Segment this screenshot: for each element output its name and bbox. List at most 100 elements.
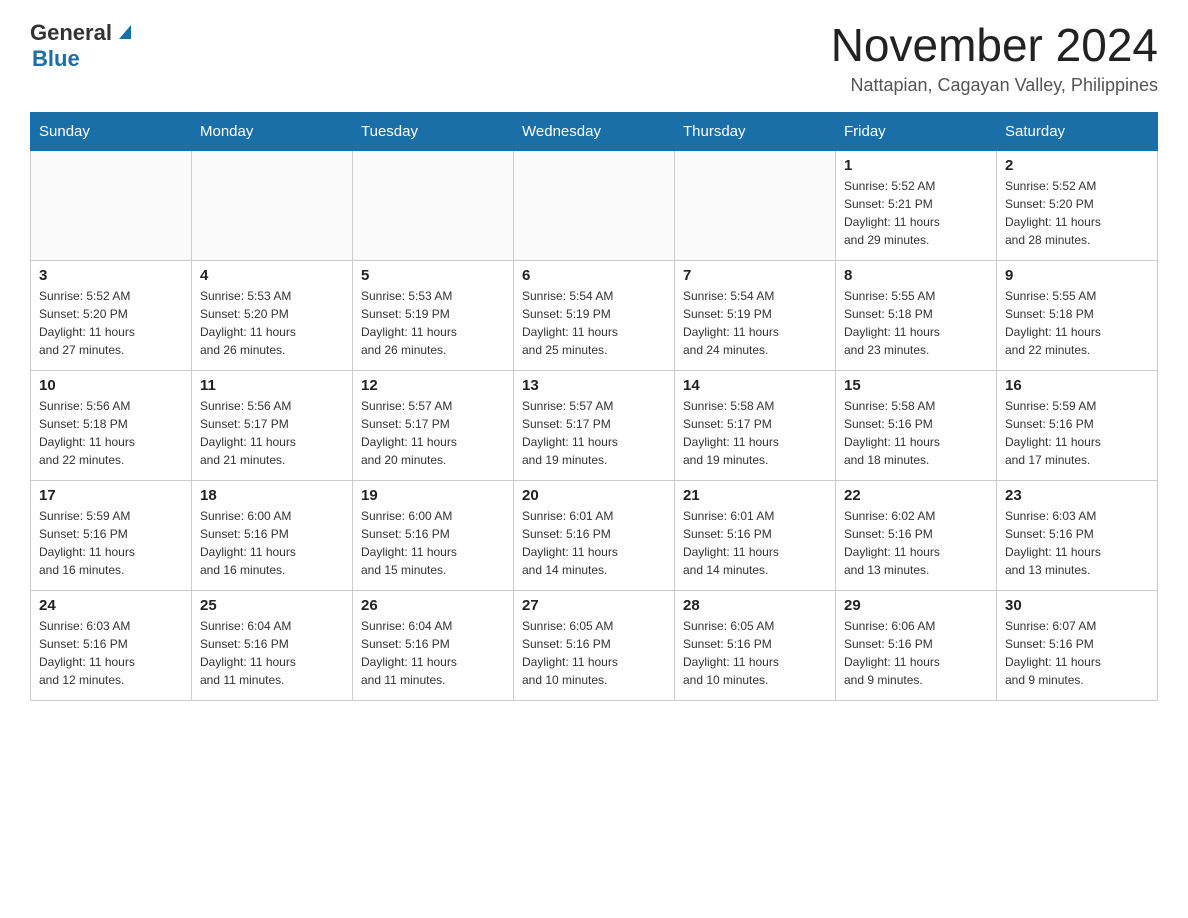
day-number: 2 — [1005, 157, 1149, 174]
day-info: Sunrise: 6:00 AMSunset: 5:16 PMDaylight:… — [361, 507, 505, 579]
day-cell: 27Sunrise: 6:05 AMSunset: 5:16 PMDayligh… — [514, 590, 675, 700]
logo-triangle-icon — [115, 21, 135, 41]
day-cell: 26 Sunrise: 6:04 AMSunset: 5:16 PMDayligh… — [353, 590, 514, 700]
day-number: 13 — [522, 377, 666, 394]
day-info: Sunrise: 6:03 AMSunset: 5:16 PMDaylight:… — [1005, 507, 1149, 579]
logo: General Blue — [30, 20, 135, 72]
day-cell: 22 Sunrise: 6:02 AMSunset: 5:16 PMDayligh… — [836, 480, 997, 590]
day-info: Sunrise: 6:05 AMSunset: 5:16 PMDaylight:… — [522, 617, 666, 689]
week-row-4: 17 Sunrise: 5:59 AMSunset: 5:16 PMDayligh… — [31, 480, 1158, 590]
day-cell: 25 Sunrise: 6:04 AMSunset: 5:16 PMDayligh… — [192, 590, 353, 700]
day-cell: 20 Sunrise: 6:01 AMSunset: 5:16 PMDayligh… — [514, 480, 675, 590]
day-cell: 16 Sunrise: 5:59 AMSunset: 5:16 PMDayligh… — [997, 370, 1158, 480]
day-cell: 7Sunrise: 5:54 AMSunset: 5:19 PMDaylight… — [675, 260, 836, 370]
page-title: November 2024 — [831, 20, 1158, 71]
subtitle: Nattapian, Cagayan Valley, Philippines — [831, 75, 1158, 96]
week-row-1: 1Sunrise: 5:52 AMSunset: 5:21 PMDaylight… — [31, 150, 1158, 260]
day-number: 25 — [200, 597, 344, 614]
day-cell: 5 Sunrise: 5:53 AMSunset: 5:19 PMDaylight… — [353, 260, 514, 370]
day-info: Sunrise: 6:04 AMSunset: 5:16 PMDaylight:… — [200, 617, 344, 689]
day-info: Sunrise: 5:58 AMSunset: 5:16 PMDaylight:… — [844, 397, 988, 469]
day-cell: 29Sunrise: 6:06 AMSunset: 5:16 PMDayligh… — [836, 590, 997, 700]
day-number: 15 — [844, 377, 988, 394]
logo-blue: Blue — [32, 46, 135, 72]
day-info: Sunrise: 5:52 AMSunset: 5:20 PMDaylight:… — [39, 287, 183, 359]
week-row-2: 3 Sunrise: 5:52 AMSunset: 5:20 PMDaylight… — [31, 260, 1158, 370]
calendar-header-row: Sunday Monday Tuesday Wednesday Thursday… — [31, 112, 1158, 150]
day-number: 20 — [522, 487, 666, 504]
day-number: 24 — [39, 597, 183, 614]
day-info: Sunrise: 5:57 AMSunset: 5:17 PMDaylight:… — [522, 397, 666, 469]
day-number: 26 — [361, 597, 505, 614]
day-cell: 23 Sunrise: 6:03 AMSunset: 5:16 PMDayligh… — [997, 480, 1158, 590]
day-info: Sunrise: 6:02 AMSunset: 5:16 PMDaylight:… — [844, 507, 988, 579]
day-cell — [514, 150, 675, 260]
day-info: Sunrise: 5:56 AMSunset: 5:18 PMDaylight:… — [39, 397, 183, 469]
day-cell: 10 Sunrise: 5:56 AMSunset: 5:18 PMDayligh… — [31, 370, 192, 480]
day-info: Sunrise: 5:52 AMSunset: 5:20 PMDaylight:… — [1005, 177, 1149, 249]
day-cell: 21 Sunrise: 6:01 AMSunset: 5:16 PMDayligh… — [675, 480, 836, 590]
day-cell: 8Sunrise: 5:55 AMSunset: 5:18 PMDaylight… — [836, 260, 997, 370]
day-number: 14 — [683, 377, 827, 394]
day-info: Sunrise: 5:54 AMSunset: 5:19 PMDaylight:… — [522, 287, 666, 359]
header-sunday: Sunday — [31, 112, 192, 150]
header-monday: Monday — [192, 112, 353, 150]
header-thursday: Thursday — [675, 112, 836, 150]
day-number: 28 — [683, 597, 827, 614]
calendar-table: Sunday Monday Tuesday Wednesday Thursday… — [30, 112, 1158, 701]
day-number: 23 — [1005, 487, 1149, 504]
day-number: 18 — [200, 487, 344, 504]
header-saturday: Saturday — [997, 112, 1158, 150]
day-cell — [353, 150, 514, 260]
logo-general: General — [30, 20, 112, 46]
day-info: Sunrise: 5:59 AMSunset: 5:16 PMDaylight:… — [39, 507, 183, 579]
day-info: Sunrise: 6:06 AMSunset: 5:16 PMDaylight:… — [844, 617, 988, 689]
day-info: Sunrise: 6:01 AMSunset: 5:16 PMDaylight:… — [683, 507, 827, 579]
day-number: 1 — [844, 157, 988, 174]
header-wednesday: Wednesday — [514, 112, 675, 150]
day-number: 12 — [361, 377, 505, 394]
day-number: 21 — [683, 487, 827, 504]
header-friday: Friday — [836, 112, 997, 150]
day-number: 16 — [1005, 377, 1149, 394]
day-info: Sunrise: 5:59 AMSunset: 5:16 PMDaylight:… — [1005, 397, 1149, 469]
day-cell: 11 Sunrise: 5:56 AMSunset: 5:17 PMDayligh… — [192, 370, 353, 480]
day-cell: 24Sunrise: 6:03 AMSunset: 5:16 PMDayligh… — [31, 590, 192, 700]
day-number: 17 — [39, 487, 183, 504]
day-number: 3 — [39, 267, 183, 284]
day-info: Sunrise: 6:04 AMSunset: 5:16 PMDaylight:… — [361, 617, 505, 689]
day-number: 19 — [361, 487, 505, 504]
day-cell: 3 Sunrise: 5:52 AMSunset: 5:20 PMDaylight… — [31, 260, 192, 370]
day-number: 5 — [361, 267, 505, 284]
day-number: 11 — [200, 377, 344, 394]
week-row-5: 24Sunrise: 6:03 AMSunset: 5:16 PMDayligh… — [31, 590, 1158, 700]
day-cell: 4 Sunrise: 5:53 AMSunset: 5:20 PMDaylight… — [192, 260, 353, 370]
day-cell: 9Sunrise: 5:55 AMSunset: 5:18 PMDaylight… — [997, 260, 1158, 370]
day-number: 6 — [522, 267, 666, 284]
day-cell: 30 Sunrise: 6:07 AMSunset: 5:16 PMDayligh… — [997, 590, 1158, 700]
day-number: 4 — [200, 267, 344, 284]
day-cell: 14 Sunrise: 5:58 AMSunset: 5:17 PMDayligh… — [675, 370, 836, 480]
day-info: Sunrise: 5:53 AMSunset: 5:19 PMDaylight:… — [361, 287, 505, 359]
day-number: 8 — [844, 267, 988, 284]
day-number: 10 — [39, 377, 183, 394]
day-cell: 12Sunrise: 5:57 AMSunset: 5:17 PMDayligh… — [353, 370, 514, 480]
day-info: Sunrise: 6:01 AMSunset: 5:16 PMDaylight:… — [522, 507, 666, 579]
day-info: Sunrise: 5:56 AMSunset: 5:17 PMDaylight:… — [200, 397, 344, 469]
header-tuesday: Tuesday — [353, 112, 514, 150]
day-info: Sunrise: 5:58 AMSunset: 5:17 PMDaylight:… — [683, 397, 827, 469]
day-number: 30 — [1005, 597, 1149, 614]
title-area: November 2024 Nattapian, Cagayan Valley,… — [831, 20, 1158, 96]
day-cell: 18Sunrise: 6:00 AMSunset: 5:16 PMDayligh… — [192, 480, 353, 590]
day-number: 7 — [683, 267, 827, 284]
day-info: Sunrise: 5:53 AMSunset: 5:20 PMDaylight:… — [200, 287, 344, 359]
day-cell: 19 Sunrise: 6:00 AMSunset: 5:16 PMDayligh… — [353, 480, 514, 590]
day-cell: 2 Sunrise: 5:52 AMSunset: 5:20 PMDaylight… — [997, 150, 1158, 260]
day-info: Sunrise: 6:07 AMSunset: 5:16 PMDaylight:… — [1005, 617, 1149, 689]
day-number: 9 — [1005, 267, 1149, 284]
header: General Blue November 2024 Nattapian, Ca… — [30, 20, 1158, 96]
day-number: 22 — [844, 487, 988, 504]
day-cell — [192, 150, 353, 260]
day-cell — [31, 150, 192, 260]
day-cell: 17 Sunrise: 5:59 AMSunset: 5:16 PMDayligh… — [31, 480, 192, 590]
